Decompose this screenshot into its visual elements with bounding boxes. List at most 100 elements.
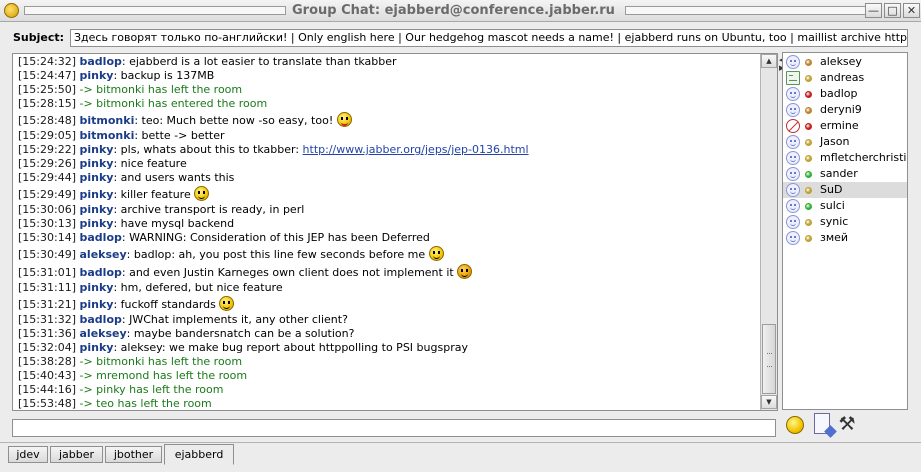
user-smiley-icon <box>786 151 800 165</box>
message-nick[interactable]: badlop <box>80 313 122 326</box>
message-nick[interactable]: pinky <box>80 188 114 201</box>
subject-field[interactable]: Здесь говорят только по-английски! | Onl… <box>70 29 908 47</box>
message-text: : maybe bandersnatch can be a solution? <box>126 327 355 340</box>
status-dot-icon <box>805 171 812 178</box>
message-nick[interactable]: pinky <box>80 69 114 82</box>
roster-item[interactable]: aleksey <box>783 54 907 70</box>
wink-smiley-icon <box>219 296 235 311</box>
system-message: -> teo has left the room <box>79 397 212 410</box>
message-nick[interactable]: aleksey <box>80 327 127 340</box>
message-nick[interactable]: pinky <box>80 203 114 216</box>
chat-log[interactable]: [15:24:32] badlop: ejabberd is a lot eas… <box>12 53 778 411</box>
message-text: : aleksey: we make bug report about http… <box>113 341 468 354</box>
emoticon-button-icon[interactable] <box>786 416 804 434</box>
user-smiley-icon <box>786 87 800 101</box>
message-nick[interactable]: bitmonki <box>80 114 135 127</box>
roster-name: змей <box>820 231 849 244</box>
roster-name: SuD <box>820 183 843 196</box>
roster-name: sander <box>820 167 858 180</box>
message-timestamp: [15:29:49] <box>18 188 76 201</box>
tab-jbother[interactable]: jbother <box>105 446 162 463</box>
roster-item[interactable]: andreas <box>783 70 907 86</box>
message-link[interactable]: http://www.jabber.org/jeps/jep-0136.html <box>303 143 529 156</box>
scroll-down-arrow-icon[interactable]: ▼ <box>761 395 777 409</box>
chat-message: [15:31:36] aleksey: maybe bandersnatch c… <box>18 327 758 341</box>
message-nick[interactable]: badlop <box>80 266 122 279</box>
settings-tools-icon[interactable]: ⚒ <box>836 413 858 435</box>
user-smiley-icon <box>786 199 800 213</box>
chat-message: [15:29:26] pinky: nice feature <box>18 157 758 171</box>
app-icon[interactable] <box>4 3 19 18</box>
status-dot-icon <box>805 123 812 130</box>
minimize-button[interactable]: — <box>865 3 882 18</box>
title-bar-drag-area[interactable] <box>24 6 286 15</box>
user-smiley-icon <box>786 135 800 149</box>
roster-item[interactable]: Jason <box>783 134 907 150</box>
message-timestamp: [15:31:11] <box>18 281 76 294</box>
message-nick[interactable]: pinky <box>80 157 114 170</box>
message-timestamp: [15:29:26] <box>18 157 76 170</box>
tab-jdev[interactable]: jdev <box>8 446 48 463</box>
system-message: -> mremond has left the room <box>79 369 248 382</box>
roster-item[interactable]: synic <box>783 214 907 230</box>
message-timestamp: [15:29:22] <box>18 143 76 156</box>
message-timestamp: [15:25:50] <box>18 83 76 96</box>
roster-item[interactable]: badlop <box>783 86 907 102</box>
message-nick[interactable]: aleksey <box>80 248 127 261</box>
chat-message: [15:44:16] -> pinky has left the room <box>18 383 758 397</box>
message-input[interactable] <box>12 419 776 437</box>
message-nick[interactable]: badlop <box>80 231 122 244</box>
roster-item[interactable]: ermine <box>783 118 907 134</box>
scroll-up-arrow-icon[interactable]: ▲ <box>761 54 777 68</box>
message-timestamp: [15:30:14] <box>18 231 76 244</box>
message-nick[interactable]: pinky <box>80 143 114 156</box>
message-timestamp: [15:38:28] <box>18 355 76 368</box>
message-nick[interactable]: pinky <box>80 341 114 354</box>
close-button[interactable]: ✕ <box>903 3 920 18</box>
message-text: : hm, defered, but nice feature <box>113 281 283 294</box>
message-text: : pls, whats about this to tkabber: <box>113 143 303 156</box>
chat-message: [15:24:32] badlop: ejabberd is a lot eas… <box>18 55 758 69</box>
roster-item[interactable]: SuD <box>783 182 907 198</box>
window-title: Group Chat: ejabberd@conference.jabber.r… <box>292 3 615 18</box>
message-timestamp: [15:30:06] <box>18 203 76 216</box>
send-file-button-icon[interactable] <box>814 413 830 434</box>
chat-message: [15:29:44] pinky: and users wants this <box>18 171 758 185</box>
message-nick[interactable]: bitmonki <box>80 129 135 142</box>
system-message: -> bitmonki has left the room <box>79 355 243 368</box>
chat-message: [15:38:28] -> bitmonki has left the room <box>18 355 758 369</box>
chat-scrollbar[interactable]: ▲ ▼ <box>760 54 777 410</box>
roster-item[interactable]: змей <box>783 230 907 246</box>
chat-messages: [15:24:32] badlop: ejabberd is a lot eas… <box>18 55 758 410</box>
message-text: : backup is 137MB <box>113 69 215 82</box>
message-timestamp: [15:31:36] <box>18 327 76 340</box>
message-nick[interactable]: pinky <box>80 281 114 294</box>
title-bar-drag-area-right[interactable] <box>625 6 867 15</box>
message-nick[interactable]: pinky <box>80 298 114 311</box>
participant-list[interactable]: aleksey andreas badlop deryni9 ermine Jason mf… <box>782 52 908 410</box>
tongue-smiley-icon <box>336 112 352 127</box>
message-nick[interactable]: pinky <box>80 217 114 230</box>
tab-ejabberd[interactable]: ejabberd <box>164 444 234 465</box>
scrollbar-thumb[interactable] <box>762 324 776 394</box>
chat-message: [15:40:43] -> mremond has left the room <box>18 369 758 383</box>
tab-jabber[interactable]: jabber <box>50 446 103 463</box>
vcard-icon <box>786 71 800 85</box>
roster-name: Jason <box>820 135 850 148</box>
message-timestamp: [15:32:04] <box>18 341 76 354</box>
message-nick[interactable]: pinky <box>80 171 114 184</box>
status-dot-icon <box>805 139 812 146</box>
roster-item[interactable]: deryni9 <box>783 102 907 118</box>
roster-item[interactable]: sulci <box>783 198 907 214</box>
message-text: : teo: Much bette now -so easy, too! <box>134 114 337 127</box>
roster-name: ermine <box>820 119 859 132</box>
roster-name: badlop <box>820 87 858 100</box>
roster-item[interactable]: mfletcherchristia <box>783 150 907 166</box>
message-text: : archive transport is ready, in perl <box>113 203 305 216</box>
roster-item[interactable]: sander <box>783 166 907 182</box>
message-nick[interactable]: badlop <box>80 55 122 68</box>
chat-message: [15:29:05] bitmonki: bette -> better <box>18 129 758 143</box>
message-text: : JWChat implements it, any other client… <box>121 313 348 326</box>
maximize-button[interactable]: □ <box>884 3 901 18</box>
status-dot-icon <box>805 155 812 162</box>
